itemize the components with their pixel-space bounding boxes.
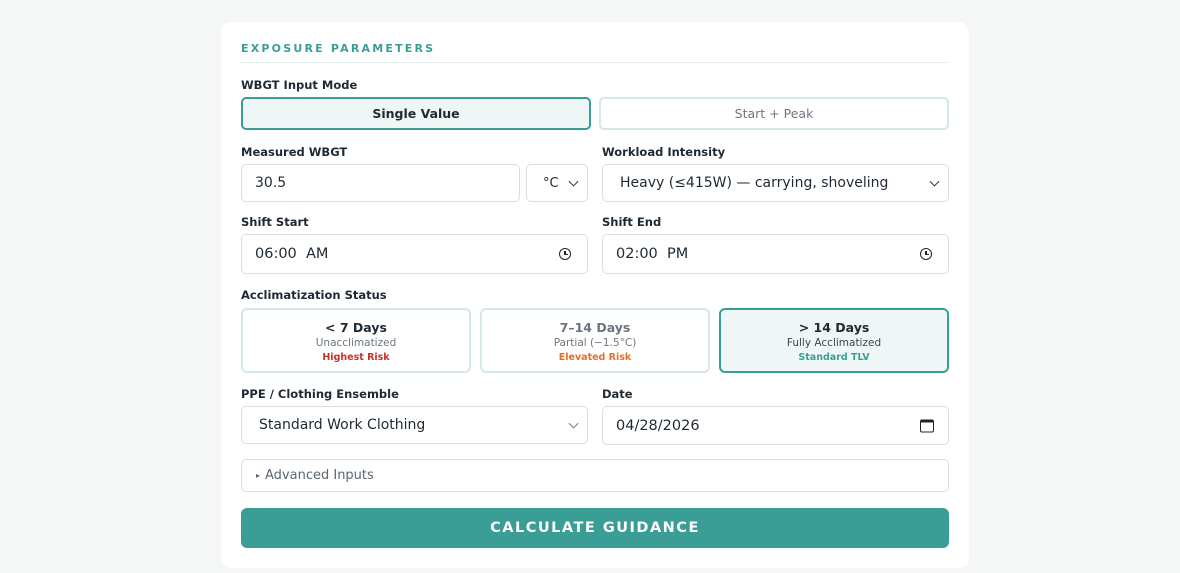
clock-icon[interactable] xyxy=(920,248,932,260)
option-subtitle: Partial (−1.5°C) xyxy=(553,337,637,349)
chevron-down-icon xyxy=(929,176,940,187)
ppe-label: PPE / Clothing Ensemble xyxy=(241,387,399,401)
calculate-guidance-button[interactable]: CALCULATE GUIDANCE xyxy=(241,508,949,548)
option-subtitle: Fully Acclimatized xyxy=(786,337,882,349)
acclimatization-option-full[interactable]: > 14 Days Fully Acclimatized Standard TL… xyxy=(719,308,949,373)
wbgt-unit-select[interactable]: °C xyxy=(526,164,588,202)
shift-start-input[interactable]: 06:00 AM xyxy=(241,234,588,274)
ppe-value: Standard Work Clothing xyxy=(259,417,426,433)
option-title: > 14 Days xyxy=(798,320,870,335)
shift-start-value: 06:00 AM xyxy=(255,246,329,262)
wbgt-mode-label: WBGT Input Mode xyxy=(241,78,358,92)
date-input[interactable]: 04/28/2026 xyxy=(602,406,949,445)
acclimatization-option-partial[interactable]: 7–14 Days Partial (−1.5°C) Elevated Risk xyxy=(480,308,710,373)
option-risk: Elevated Risk xyxy=(558,352,632,363)
single-value-toggle[interactable]: Single Value xyxy=(241,97,591,130)
date-value: 04/28/2026 xyxy=(616,417,700,434)
acclimatization-label: Acclimatization Status xyxy=(241,288,387,302)
shift-end-value: 02:00 PM xyxy=(616,246,689,262)
ppe-select[interactable]: Standard Work Clothing xyxy=(241,406,588,444)
advanced-inputs-label: Advanced Inputs xyxy=(265,468,374,483)
section-divider xyxy=(241,62,949,63)
option-title: < 7 Days xyxy=(325,320,387,335)
chevron-down-icon xyxy=(568,176,579,187)
wbgt-unit-value: °C xyxy=(543,175,559,191)
workload-label: Workload Intensity xyxy=(602,145,726,159)
clock-icon[interactable] xyxy=(559,248,571,260)
advanced-inputs-toggle[interactable]: ▸ Advanced Inputs xyxy=(241,459,949,492)
exposure-parameters-card: EXPOSURE PARAMETERS WBGT Input Mode Sing… xyxy=(221,22,969,568)
acclimatization-option-unacclimatized[interactable]: < 7 Days Unacclimatized Highest Risk xyxy=(241,308,471,373)
option-risk: Standard TLV xyxy=(798,352,870,363)
workload-value: Heavy (≤415W) — carrying, shoveling xyxy=(620,175,889,191)
option-subtitle: Unacclimatized xyxy=(315,337,397,349)
calendar-icon[interactable] xyxy=(920,419,934,432)
date-label: Date xyxy=(602,387,633,401)
option-title: 7–14 Days xyxy=(559,320,631,335)
shift-end-label: Shift End xyxy=(602,215,662,229)
section-title: EXPOSURE PARAMETERS xyxy=(241,42,436,55)
chevron-down-icon xyxy=(568,418,579,429)
measured-wbgt-label: Measured WBGT xyxy=(241,145,348,159)
start-peak-toggle[interactable]: Start + Peak xyxy=(599,97,949,130)
disclosure-triangle-icon: ▸ xyxy=(256,471,261,480)
shift-start-label: Shift Start xyxy=(241,215,309,229)
measured-wbgt-input[interactable]: 30.5 xyxy=(241,164,520,202)
workload-select[interactable]: Heavy (≤415W) — carrying, shoveling xyxy=(602,164,949,202)
measured-wbgt-value: 30.5 xyxy=(255,175,287,191)
shift-end-input[interactable]: 02:00 PM xyxy=(602,234,949,274)
option-risk: Highest Risk xyxy=(322,352,390,363)
